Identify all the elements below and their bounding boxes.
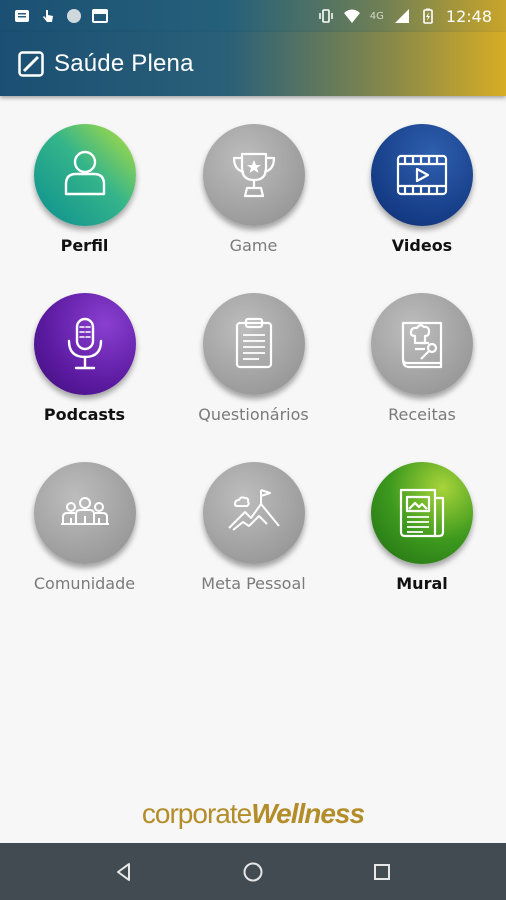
tile-label: Meta Pessoal: [201, 574, 306, 593]
brand-text: corporateWellness: [141, 798, 365, 830]
tile-comunidade[interactable]: Comunidade: [0, 462, 169, 631]
tile-label: Comunidade: [33, 574, 136, 593]
home-icon: [243, 862, 263, 881]
tile-game[interactable]: Game: [169, 124, 338, 293]
clipboard-icon: [235, 317, 272, 369]
mountain-goal-icon: [227, 489, 280, 531]
person-icon: [64, 150, 105, 196]
comunidade-circle[interactable]: [33, 462, 136, 564]
newspaper-icon: [399, 488, 445, 538]
tile-label: Receitas: [388, 405, 456, 424]
receitas-circle[interactable]: [371, 293, 473, 395]
touch-icon: [43, 10, 53, 22]
battery-icon: [423, 8, 433, 24]
questionarios-circle[interactable]: [202, 293, 305, 395]
meta-pessoal-circle[interactable]: [202, 462, 305, 564]
calendar-icon: [92, 9, 108, 23]
menu-grid: Perfil Game Videos Podcasts Questionário…: [0, 124, 506, 631]
tile-label: Questionários: [198, 405, 309, 424]
navigation-bar: [0, 843, 506, 900]
tile-label: Game: [229, 236, 278, 255]
community-icon: [60, 497, 109, 525]
tile-receitas[interactable]: Receitas: [338, 293, 506, 462]
video-icon: [396, 154, 448, 196]
circle-icon: [67, 9, 81, 23]
signal-icon: [394, 9, 409, 23]
podcasts-circle[interactable]: [33, 293, 136, 395]
back-icon: [117, 862, 131, 881]
brand-part-2: Wellness: [251, 798, 365, 829]
microphone-icon: [67, 317, 102, 370]
tile-perfil[interactable]: Perfil: [0, 124, 169, 293]
tile-podcasts[interactable]: Podcasts: [0, 293, 169, 462]
tile-label: Videos: [391, 236, 453, 255]
app-logo-icon: [18, 51, 44, 77]
tile-mural[interactable]: Mural: [338, 462, 506, 631]
back-button[interactable]: [110, 858, 138, 886]
game-circle[interactable]: [202, 124, 305, 226]
vibrate-icon: [319, 9, 333, 23]
videos-circle[interactable]: [371, 124, 473, 226]
recents-icon: [373, 863, 390, 880]
perfil-circle[interactable]: [33, 124, 136, 226]
recipe-book-icon: [401, 321, 443, 369]
tile-questionarios[interactable]: Questionários: [169, 293, 338, 462]
tile-label: Podcasts: [43, 405, 126, 424]
brand-logo: corporateWellness: [0, 792, 506, 836]
brand-part-1: corporate: [141, 798, 252, 829]
tile-meta-pessoal[interactable]: Meta Pessoal: [169, 462, 338, 631]
tile-label: Perfil: [60, 236, 109, 255]
status-bar: 4G 12:48: [0, 0, 506, 32]
app-title: Saúde Plena: [54, 50, 194, 77]
wifi-icon: [343, 9, 360, 23]
network-type: 4G: [369, 10, 384, 22]
notification-icon: [15, 10, 29, 22]
app-bar: Saúde Plena: [0, 32, 506, 96]
clock: 12:48: [445, 6, 492, 26]
tile-videos[interactable]: Videos: [338, 124, 506, 293]
trophy-icon: [232, 152, 275, 198]
recents-button[interactable]: [368, 858, 396, 886]
tile-label: Mural: [396, 574, 448, 593]
mural-circle[interactable]: [371, 462, 473, 564]
home-button[interactable]: [239, 858, 267, 886]
